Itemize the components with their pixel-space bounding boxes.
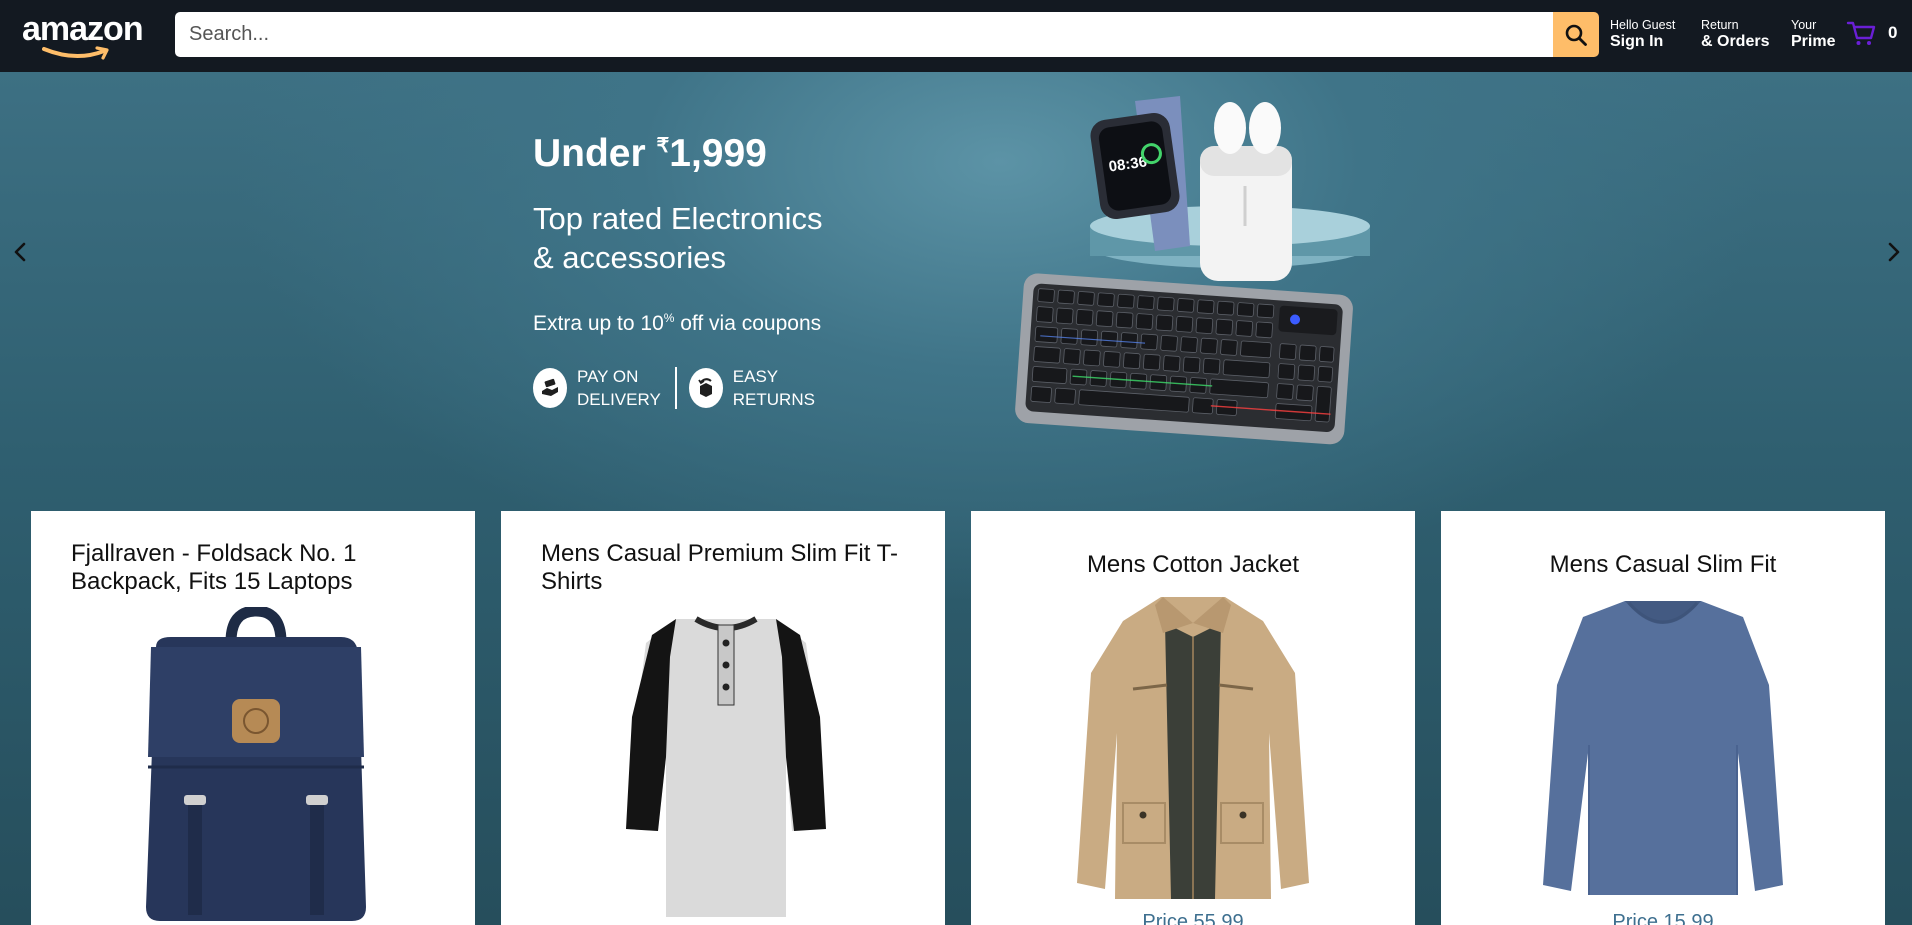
search-icon: [1565, 24, 1587, 46]
offer-prefix: Extra up to 10: [533, 312, 664, 335]
search-input[interactable]: [175, 12, 1553, 57]
top-navbar: amazon Hello Guest Sign In Return & Orde…: [0, 0, 1912, 72]
product-price: Price 55.99: [1142, 911, 1244, 925]
product-grid: Fjallraven - Foldsack No. 1 Backpack, Fi…: [31, 511, 1885, 925]
currency-symbol: ₹: [656, 135, 670, 157]
hero-title-amount: 1,999: [669, 132, 767, 175]
orders-option[interactable]: Return & Orders: [1701, 18, 1769, 52]
easy-returns-badge: EASY RETURNS: [688, 365, 815, 411]
prime-line1: Your: [1791, 18, 1817, 32]
carousel-prev-button[interactable]: [5, 237, 35, 267]
product-card[interactable]: Fjallraven - Foldsack No. 1 Backpack, Fi…: [31, 511, 475, 925]
return-box-icon: [688, 368, 723, 408]
prime-line2: Prime: [1791, 33, 1836, 50]
logo-wordmark: amazon: [22, 10, 144, 48]
hero-subtitle-line2: & accessories: [533, 240, 726, 275]
amazon-logo[interactable]: amazon: [22, 12, 152, 60]
badge2-line2: RETURNS: [732, 390, 815, 409]
product-card[interactable]: Mens Casual Premium Slim Fit T-Shirts: [501, 511, 945, 925]
carousel-next-button[interactable]: [1879, 237, 1909, 267]
product-price: Price 15.99: [1612, 911, 1714, 925]
badge1-line2: DELIVERY: [577, 390, 661, 409]
search-bar: [175, 12, 1599, 57]
product-title[interactable]: Mens Casual Premium Slim Fit T-Shirts: [541, 540, 911, 596]
signin-label: Sign In: [1610, 33, 1664, 50]
product-title[interactable]: Fjallraven - Foldsack No. 1 Backpack, Fi…: [71, 540, 441, 596]
electronics-product-image: 08:36: [1015, 96, 1370, 445]
smile-arrow-icon: [42, 46, 109, 60]
product-image[interactable]: [1533, 595, 1793, 911]
pay-on-delivery-badge: PAY ON DELIVERY: [533, 365, 661, 411]
product-title[interactable]: Mens Cotton Jacket: [971, 551, 1415, 579]
offer-suffix: off via coupons: [674, 312, 822, 335]
hero-title-prefix: Under: [533, 132, 657, 175]
cart-button[interactable]: 0: [1846, 18, 1897, 48]
orders-line2: & Orders: [1701, 33, 1770, 50]
offer-percent: %: [663, 311, 675, 325]
cart-icon: [1846, 21, 1876, 45]
badge1-line1: PAY ON: [577, 367, 639, 386]
chevron-right-icon: [1888, 242, 1900, 262]
search-button[interactable]: [1553, 12, 1599, 57]
cart-count: 0: [1888, 23, 1898, 42]
orders-line1: Return: [1701, 18, 1739, 32]
product-image[interactable]: [1063, 593, 1323, 909]
product-card[interactable]: Mens Casual Slim Fit Price 15.99: [1441, 511, 1885, 925]
signin-greeting: Hello Guest: [1610, 18, 1676, 32]
badge2-line1: EASY: [732, 367, 779, 386]
product-image[interactable]: [126, 607, 386, 925]
product-card[interactable]: Mens Cotton Jacket Price 55.99: [971, 511, 1415, 925]
product-title[interactable]: Mens Casual Slim Fit: [1441, 551, 1885, 579]
hero-subtitle: Top rated Electronics & accessories: [533, 199, 822, 277]
product-image[interactable]: [596, 607, 856, 925]
signin-option[interactable]: Hello Guest Sign In: [1610, 18, 1675, 52]
hero-offer: Extra up to 10% off via coupons: [533, 305, 822, 337]
badge-divider: [674, 367, 677, 409]
hero-title: Under ₹1,999: [533, 124, 822, 176]
prime-option[interactable]: Your Prime: [1791, 18, 1835, 52]
chevron-left-icon: [14, 242, 26, 262]
hero-subtitle-line1: Top rated Electronics: [533, 201, 823, 236]
hero-copy: Under ₹1,999 Top rated Electronics & acc…: [533, 124, 822, 411]
delivery-hand-icon: [533, 368, 567, 408]
hero-badges: PAY ON DELIVERY EASY RETURNS: [533, 365, 822, 411]
